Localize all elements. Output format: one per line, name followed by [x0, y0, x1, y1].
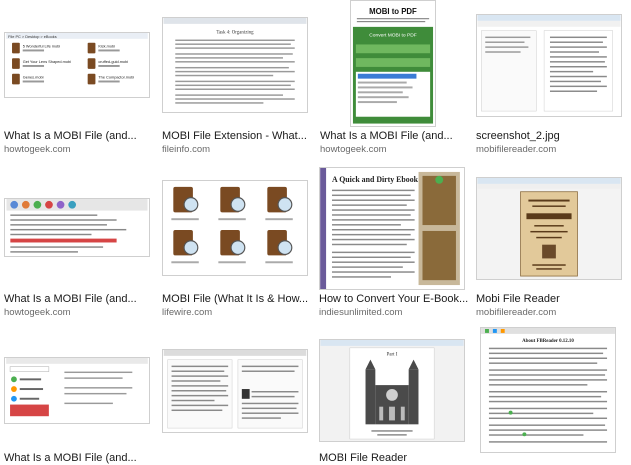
app-icon [435, 175, 444, 184]
book-cover-reader-screenshot [477, 178, 621, 277]
app-window-screenshot [6, 199, 148, 253]
drop-cap [241, 389, 250, 399]
app-heading: MOBI to PDF [369, 7, 417, 16]
result-source[interactable]: lifewire.com [162, 307, 212, 319]
result-source[interactable]: indiesunlimited.com [319, 307, 402, 319]
toolbar-icon [485, 328, 505, 333]
file-field [355, 44, 431, 54]
inline-icon [522, 432, 527, 437]
emblem-icon [542, 244, 556, 259]
result-thumbnail-11[interactable]: Part I [319, 339, 465, 442]
status-icon [11, 376, 17, 402]
book-magnifier-icon [173, 186, 293, 256]
cathedral-book-page-screenshot: Part I [320, 340, 464, 440]
result-title[interactable]: MOBI File Extension - What... [162, 130, 312, 143]
result-source[interactable]: howtogeek.com [320, 144, 387, 156]
result-title[interactable]: MOBI File (What It Is & How... [162, 293, 312, 306]
document-screenshot: Task 4: Organizing [163, 18, 307, 104]
result-thumbnail-12[interactable]: About FBReader 0.12.10 [480, 327, 616, 453]
result-thumbnail-7[interactable]: A Quick and Dirty Ebook [319, 167, 465, 290]
inline-icon [508, 410, 513, 415]
file-label: 5 Wonderful Life mobi [23, 44, 61, 49]
file-label: Genes.mobi [23, 75, 44, 80]
file-field [355, 58, 431, 67]
result-title[interactable]: What Is a MOBI File (and... [4, 293, 154, 306]
fbreader-about-screenshot: About FBReader 0.12.10 [481, 328, 615, 443]
article-screenshot: A Quick and Dirty Ebook [320, 168, 460, 289]
article-heading: A Quick and Dirty Ebook [332, 175, 419, 184]
svg-text:File PC > Desktop > eBook: File PC > Desktop > eBooks [8, 34, 57, 39]
converter-app-screenshot: MOBI to PDF Convert MOBI to PDF [351, 1, 435, 124]
result-thumbnail-1[interactable]: File PC > Desktop > eBooks 5 Wonderful L… [4, 32, 150, 98]
result-source[interactable]: howtogeek.com [4, 144, 71, 156]
result-thumbnail-4[interactable] [476, 14, 622, 117]
result-thumbnail-6[interactable] [162, 180, 308, 276]
dialog-heading: About FBReader 0.12.10 [522, 339, 574, 344]
mobi-icons-grid [171, 186, 293, 264]
result-title[interactable]: What Is a MOBI File (and... [320, 130, 470, 143]
converter-settings-screenshot [6, 358, 148, 417]
page-heading: Part I [387, 353, 398, 358]
result-title[interactable]: What Is a MOBI File (and... [4, 130, 154, 143]
result-source[interactable]: mobifilereader.com [476, 307, 556, 319]
file-explorer-screenshot: File PC > Desktop > eBooks 5 Wonderful L… [6, 33, 148, 85]
document-heading: Task 4: Organizing [216, 31, 254, 36]
reader-app-screenshot [477, 15, 621, 112]
result-title[interactable]: Mobi File Reader [476, 293, 626, 306]
file-label: cruffed-guid.mobi [98, 59, 128, 64]
result-title[interactable]: How to Convert Your E-Book... [319, 293, 469, 306]
result-thumbnail-2[interactable]: Task 4: Organizing [162, 17, 308, 113]
app-title: Convert MOBI to PDF [369, 33, 416, 39]
file-label: Kick.mobi [98, 44, 115, 49]
result-thumbnail-3[interactable]: MOBI to PDF Convert MOBI to PDF [350, 0, 436, 127]
result-thumbnail-5[interactable] [4, 198, 150, 257]
result-source[interactable]: mobifilereader.com [476, 144, 556, 156]
result-thumbnail-10[interactable] [162, 349, 308, 433]
file-label: Get Your Lens Shaped.mobi [23, 59, 71, 64]
result-source[interactable]: fileinfo.com [162, 144, 210, 156]
result-thumbnail-9[interactable] [4, 357, 150, 424]
result-source[interactable]: howtogeek.com [4, 307, 71, 319]
result-title[interactable]: screenshot_2.jpg [476, 130, 626, 143]
result-thumbnail-8[interactable] [476, 177, 622, 280]
two-page-document-screenshot [163, 350, 307, 429]
file-label: The Compactor.mobi [98, 75, 134, 80]
